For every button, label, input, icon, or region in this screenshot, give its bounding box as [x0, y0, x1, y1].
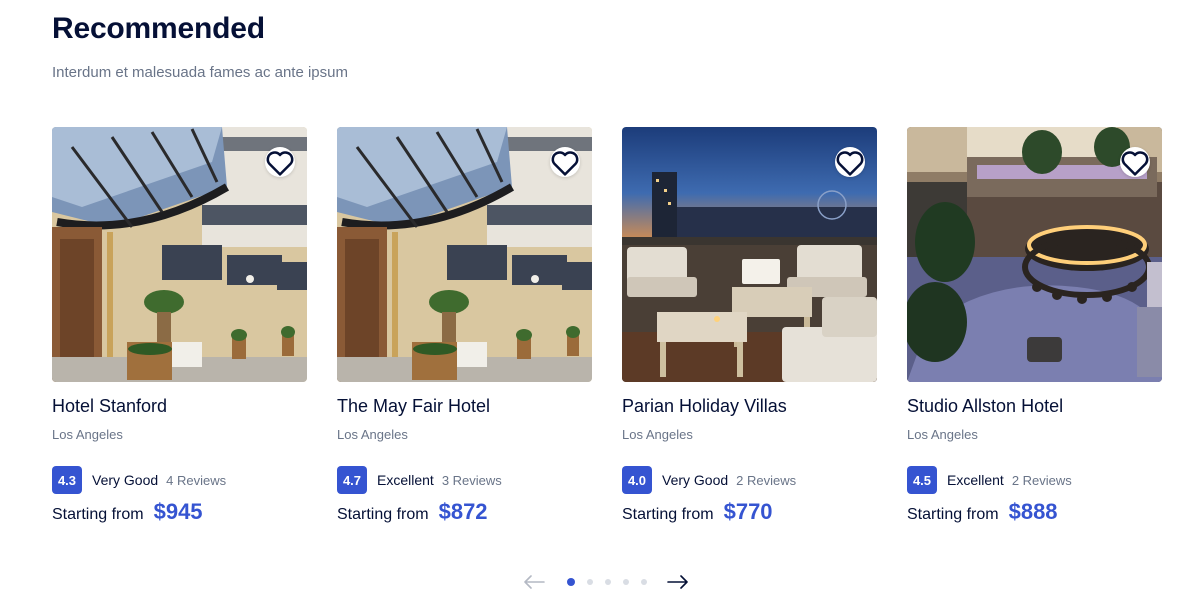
favorite-button[interactable]: [550, 147, 580, 177]
price-value: $945: [153, 499, 203, 524]
review-count: 2 Reviews: [1011, 472, 1072, 488]
rating-label: Excellent: [377, 472, 434, 488]
prev-button[interactable]: [520, 570, 548, 594]
price-row: Starting from $945: [52, 499, 203, 525]
hotel-name[interactable]: Hotel Stanford: [52, 396, 167, 417]
rating-row: 4.3 Very Good 4 Reviews: [52, 466, 226, 494]
hotel-card[interactable]: The May Fair Hotel Los Angeles 4.7 Excel…: [337, 127, 592, 537]
favorite-button[interactable]: [265, 147, 295, 177]
hotel-card-list: Hotel Stanford Los Angeles 4.3 Very Good…: [52, 127, 1162, 537]
heart-outline-icon: [836, 150, 864, 176]
hotel-location: Los Angeles: [52, 427, 123, 442]
hotel-image[interactable]: [907, 127, 1162, 382]
carousel-pagination: [520, 570, 692, 594]
rating-badge: 4.0: [622, 466, 652, 494]
review-count: 4 Reviews: [166, 472, 227, 488]
price-row: Starting from $872: [337, 499, 488, 525]
price-label: Starting from: [622, 506, 714, 523]
price-row: Starting from $888: [907, 499, 1058, 525]
hotel-image[interactable]: [52, 127, 307, 382]
pagination-dot[interactable]: [623, 579, 629, 585]
favorite-button[interactable]: [1120, 147, 1150, 177]
section-title: Recommended: [52, 12, 265, 45]
favorite-button[interactable]: [835, 147, 865, 177]
pagination-dot[interactable]: [587, 579, 593, 585]
next-button[interactable]: [664, 570, 692, 594]
price-value: $770: [723, 499, 773, 524]
hotel-name[interactable]: Studio Allston Hotel: [907, 396, 1063, 417]
price-label: Starting from: [337, 506, 429, 523]
heart-outline-icon: [1121, 150, 1149, 176]
review-count: 3 Reviews: [441, 472, 502, 488]
rating-label: Very Good: [92, 472, 159, 488]
price-label: Starting from: [907, 506, 999, 523]
rating-badge: 4.7: [337, 466, 367, 494]
pagination-dot[interactable]: [641, 579, 647, 585]
pagination-dot[interactable]: [605, 579, 611, 585]
price-value: $888: [1008, 499, 1058, 524]
price-label: Starting from: [52, 506, 144, 523]
arrow-right-icon: [667, 575, 688, 589]
hotel-image[interactable]: [337, 127, 592, 382]
rating-label: Very Good: [662, 472, 729, 488]
price-value: $872: [438, 499, 488, 524]
rating-row: 4.0 Very Good 2 Reviews: [622, 466, 796, 494]
rating-badge: 4.3: [52, 466, 82, 494]
hotel-name[interactable]: The May Fair Hotel: [337, 396, 490, 417]
hotel-location: Los Angeles: [622, 427, 693, 442]
hotel-image[interactable]: [622, 127, 877, 382]
arrow-left-icon: [524, 575, 545, 589]
hotel-location: Los Angeles: [907, 427, 978, 442]
hotel-name[interactable]: Parian Holiday Villas: [622, 396, 787, 417]
price-row: Starting from $770: [622, 499, 773, 525]
review-count: 2 Reviews: [736, 472, 797, 488]
heart-outline-icon: [266, 150, 294, 176]
hotel-location: Los Angeles: [337, 427, 408, 442]
rating-label: Excellent: [947, 472, 1004, 488]
pagination-dot[interactable]: [567, 578, 575, 586]
hotel-card[interactable]: Parian Holiday Villas Los Angeles 4.0 Ve…: [622, 127, 877, 537]
heart-outline-icon: [551, 150, 579, 176]
rating-badge: 4.5: [907, 466, 937, 494]
rating-row: 4.7 Excellent 3 Reviews: [337, 466, 502, 494]
hotel-card[interactable]: Hotel Stanford Los Angeles 4.3 Very Good…: [52, 127, 307, 537]
hotel-card[interactable]: Studio Allston Hotel Los Angeles 4.5 Exc…: [907, 127, 1162, 537]
rating-row: 4.5 Excellent 2 Reviews: [907, 466, 1072, 494]
pagination-dots: [567, 578, 647, 586]
section-subtitle: Interdum et malesuada fames ac ante ipsu…: [52, 64, 348, 81]
